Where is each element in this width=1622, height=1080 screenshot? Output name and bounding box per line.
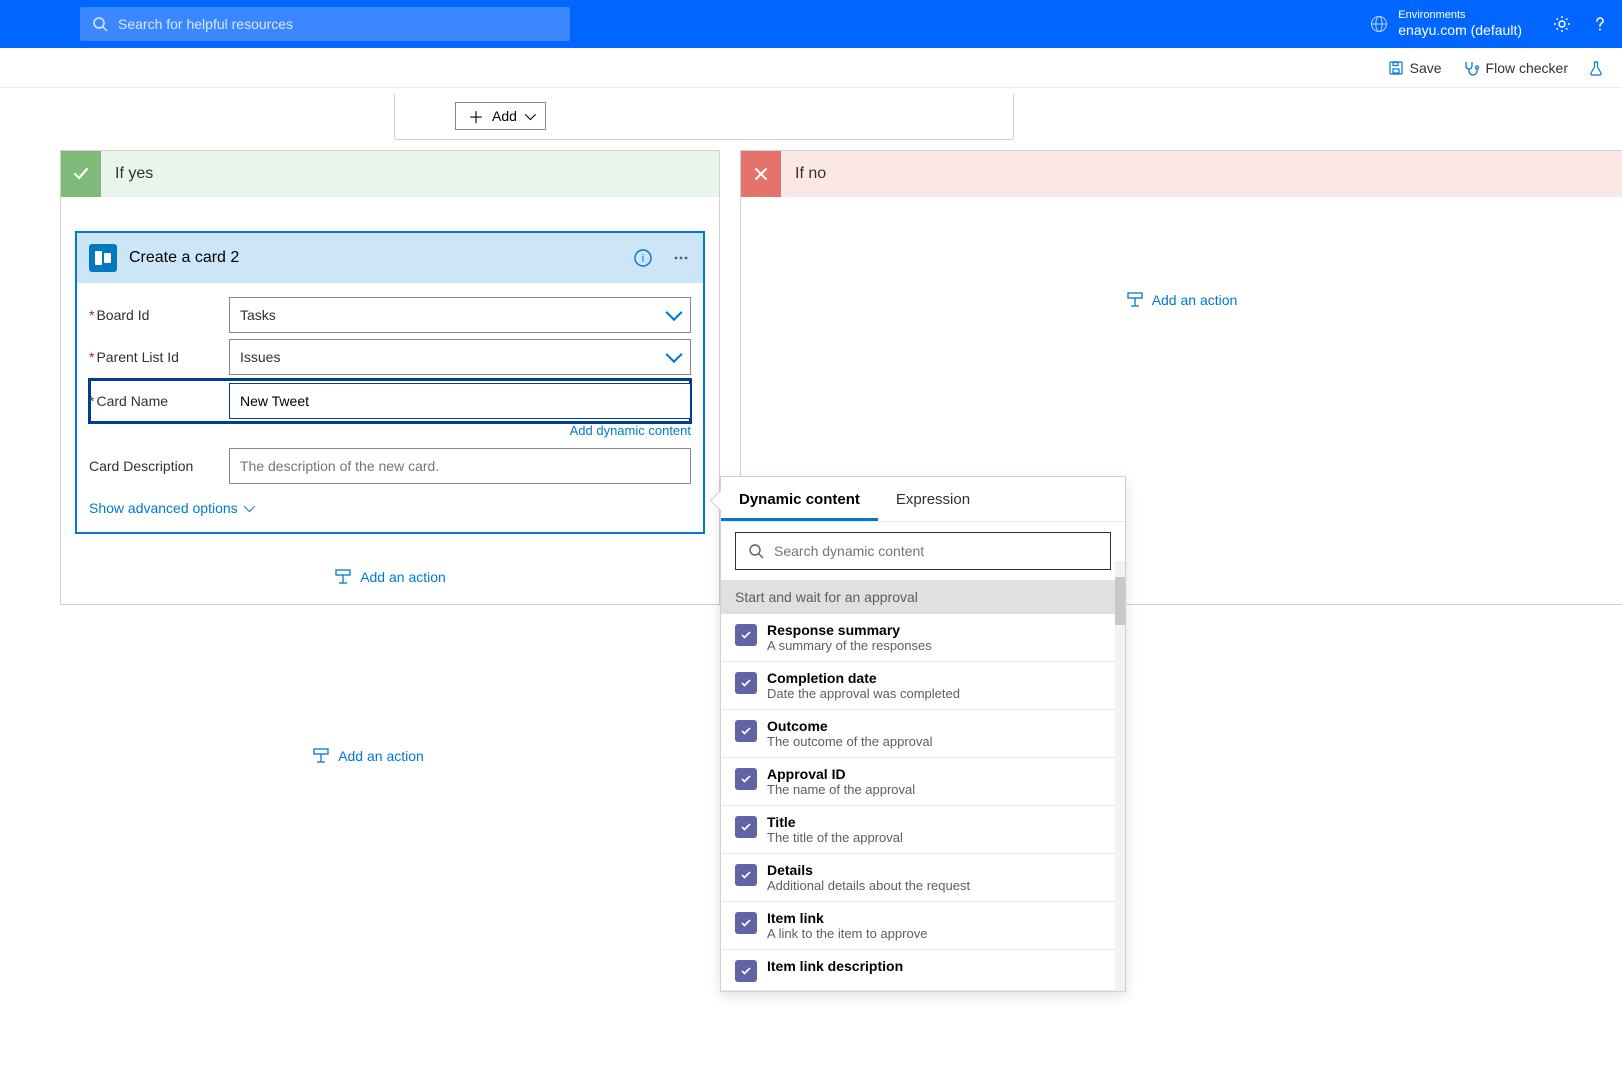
dynamic-item-desc: A link to the item to approve bbox=[767, 926, 927, 941]
approval-icon bbox=[735, 672, 757, 694]
dynamic-item-title: Item link description bbox=[767, 958, 903, 974]
tab-expression[interactable]: Expression bbox=[878, 477, 988, 521]
field-card-description: Card Description bbox=[89, 446, 691, 486]
dynamic-content-item[interactable]: Item link description bbox=[721, 950, 1125, 991]
field-parent-list-id: *Parent List Id Issues bbox=[89, 337, 691, 377]
test-button[interactable] bbox=[1588, 60, 1604, 76]
dynamic-item-desc: The outcome of the approval bbox=[767, 734, 933, 749]
if-no-header: If no bbox=[741, 151, 1622, 197]
if-yes-header: If yes bbox=[61, 151, 719, 197]
chevron-down-icon bbox=[525, 109, 536, 120]
global-search-input[interactable] bbox=[118, 16, 558, 32]
save-button[interactable]: Save bbox=[1388, 60, 1442, 76]
help-icon[interactable] bbox=[1590, 14, 1610, 34]
chevron-down-icon bbox=[243, 501, 254, 512]
condition-add-label: Add bbox=[492, 108, 517, 124]
close-icon bbox=[741, 151, 781, 197]
create-a-card-action[interactable]: Create a card 2 i *Board Id Tasks *Paren… bbox=[75, 231, 705, 534]
dynamic-content-search[interactable] bbox=[735, 532, 1111, 570]
dynamic-content-item[interactable]: Response summary A summary of the respon… bbox=[721, 614, 1125, 662]
action-title: Create a card 2 bbox=[129, 249, 621, 267]
field-card-name: *Card Name bbox=[89, 381, 691, 421]
plus-icon: ＋ bbox=[468, 104, 484, 128]
check-icon bbox=[61, 151, 101, 197]
if-no-label: If no bbox=[795, 165, 826, 183]
approval-icon bbox=[735, 816, 757, 838]
dynamic-content-search-input[interactable] bbox=[774, 543, 1098, 559]
top-bar: Environments enayu.com (default) bbox=[0, 0, 1622, 48]
dynamic-item-title: Response summary bbox=[767, 622, 932, 638]
dynamic-item-title: Approval ID bbox=[767, 766, 915, 782]
dynamic-item-title: Outcome bbox=[767, 718, 933, 734]
dynamic-item-title: Completion date bbox=[767, 670, 960, 686]
if-yes-branch: If yes Create a card 2 i *Board Id Tasks bbox=[60, 150, 720, 605]
dynamic-item-title: Item link bbox=[767, 910, 927, 926]
scrollbar-thumb[interactable] bbox=[1115, 577, 1125, 625]
dynamic-item-desc: Date the approval was completed bbox=[767, 686, 960, 701]
add-action-icon bbox=[1126, 291, 1144, 309]
gear-icon[interactable] bbox=[1552, 14, 1572, 34]
dynamic-section-header: Start and wait for an approval bbox=[721, 580, 1125, 614]
add-action-icon bbox=[312, 747, 330, 765]
tab-dynamic-content[interactable]: Dynamic content bbox=[721, 477, 878, 521]
dynamic-content-item[interactable]: Details Additional details about the req… bbox=[721, 854, 1125, 902]
approval-icon bbox=[735, 864, 757, 886]
dynamic-item-desc: The title of the approval bbox=[767, 830, 903, 845]
more-icon[interactable] bbox=[671, 248, 691, 268]
flow-canvas: ＋ Add If yes Create a card 2 i bbox=[0, 88, 1622, 805]
search-icon bbox=[92, 16, 108, 32]
environment-picker[interactable]: Environments enayu.com (default) bbox=[1370, 9, 1522, 39]
flow-checker-button[interactable]: Flow checker bbox=[1462, 59, 1568, 77]
dynamic-content-item[interactable]: Approval ID The name of the approval bbox=[721, 758, 1125, 806]
dynamic-content-item[interactable]: Title The title of the approval bbox=[721, 806, 1125, 854]
condition-add-button[interactable]: ＋ Add bbox=[455, 102, 546, 130]
dynamic-content-item[interactable]: Completion date Date the approval was co… bbox=[721, 662, 1125, 710]
approval-icon bbox=[735, 912, 757, 934]
action-header[interactable]: Create a card 2 i bbox=[77, 233, 703, 283]
approval-icon bbox=[735, 960, 757, 982]
yes-add-action[interactable]: Add an action bbox=[61, 568, 719, 586]
dynamic-item-title: Details bbox=[767, 862, 970, 878]
approval-icon bbox=[735, 768, 757, 790]
scrollbar-track[interactable] bbox=[1115, 561, 1125, 991]
svg-text:i: i bbox=[642, 253, 644, 265]
dynamic-item-title: Title bbox=[767, 814, 903, 830]
stethoscope-icon bbox=[1462, 59, 1480, 77]
command-bar: Save Flow checker bbox=[0, 48, 1622, 88]
field-board-id: *Board Id Tasks bbox=[89, 295, 691, 335]
beaker-icon bbox=[1588, 60, 1604, 76]
parent-list-id-select[interactable]: Issues bbox=[229, 339, 691, 375]
condition-card-bottom: ＋ Add bbox=[394, 94, 1014, 140]
save-label: Save bbox=[1410, 60, 1442, 76]
if-yes-label: If yes bbox=[115, 165, 153, 183]
global-search[interactable] bbox=[80, 7, 570, 41]
dynamic-content-list: Response summary A summary of the respon… bbox=[721, 614, 1125, 991]
approval-icon bbox=[735, 624, 757, 646]
card-description-input[interactable] bbox=[229, 448, 691, 484]
show-advanced-options[interactable]: Show advanced options bbox=[89, 500, 691, 516]
flow-checker-label: Flow checker bbox=[1486, 60, 1568, 76]
globe-icon bbox=[1370, 15, 1388, 33]
save-icon bbox=[1388, 60, 1404, 76]
dynamic-content-item[interactable]: Item link A link to the item to approve bbox=[721, 902, 1125, 950]
dynamic-item-desc: A summary of the responses bbox=[767, 638, 932, 653]
add-action-icon bbox=[334, 568, 352, 586]
approval-icon bbox=[735, 720, 757, 742]
environment-label: Environments bbox=[1398, 9, 1522, 22]
info-icon[interactable]: i bbox=[633, 248, 653, 268]
dynamic-content-item[interactable]: Outcome The outcome of the approval bbox=[721, 710, 1125, 758]
add-dynamic-content-link[interactable]: Add dynamic content bbox=[89, 423, 691, 438]
card-name-input[interactable] bbox=[229, 383, 691, 419]
search-icon bbox=[748, 543, 764, 559]
no-add-action[interactable]: Add an action bbox=[741, 291, 1622, 309]
dynamic-item-desc: Additional details about the request bbox=[767, 878, 970, 893]
dynamic-content-panel: Dynamic content Expression Start and wai… bbox=[720, 476, 1126, 992]
environment-name: enayu.com (default) bbox=[1398, 22, 1522, 39]
board-id-select[interactable]: Tasks bbox=[229, 297, 691, 333]
dynamic-item-desc: The name of the approval bbox=[767, 782, 915, 797]
trello-icon bbox=[89, 244, 117, 272]
